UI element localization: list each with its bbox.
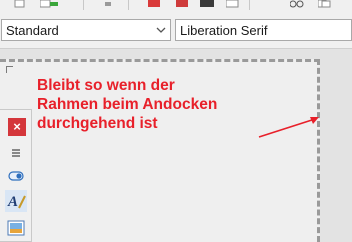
annotation-line-1: Bleibt so wenn der xyxy=(37,77,175,94)
annotation-line-3: durchgehend ist xyxy=(37,115,158,132)
pdf-export-icon[interactable] xyxy=(148,0,162,8)
text-boundary-mark xyxy=(6,66,13,73)
menu-icon[interactable] xyxy=(5,142,27,164)
cut-icon[interactable] xyxy=(290,0,304,8)
add-icon[interactable] xyxy=(40,0,62,8)
styles-icon[interactable]: A xyxy=(5,190,27,212)
new-document-icon[interactable] xyxy=(14,0,26,8)
print-preview-icon[interactable] xyxy=(200,0,216,8)
properties-icon[interactable] xyxy=(5,165,27,187)
formatting-toolbar: Standard Liberation Serif xyxy=(0,12,352,49)
font-name-value: Liberation Serif xyxy=(180,23,268,38)
font-name-combo[interactable]: Liberation Serif xyxy=(175,19,352,41)
paragraph-style-combo[interactable]: Standard xyxy=(1,19,171,41)
annotation-line-2: Rahmen beim Andocken xyxy=(37,96,218,113)
toolbar-separator xyxy=(128,0,129,10)
annotation-text: Bleibt so wenn der Rahmen beim Andocken … xyxy=(37,76,267,133)
toolbar-separator xyxy=(249,0,250,10)
copy-icon[interactable] xyxy=(318,0,332,8)
page-icon[interactable] xyxy=(226,0,240,8)
paragraph-style-value: Standard xyxy=(6,23,59,38)
chevron-down-icon[interactable] xyxy=(156,25,166,35)
dropdown-icon[interactable] xyxy=(104,0,114,8)
close-sidebar-button[interactable]: × xyxy=(8,118,26,136)
toolbar-separator xyxy=(83,0,84,10)
svg-text:A: A xyxy=(7,194,18,210)
sidebar-tabbar: × A xyxy=(0,109,32,242)
standard-toolbar xyxy=(0,0,352,12)
gallery-icon[interactable] xyxy=(5,217,27,239)
print-icon[interactable] xyxy=(176,0,190,8)
